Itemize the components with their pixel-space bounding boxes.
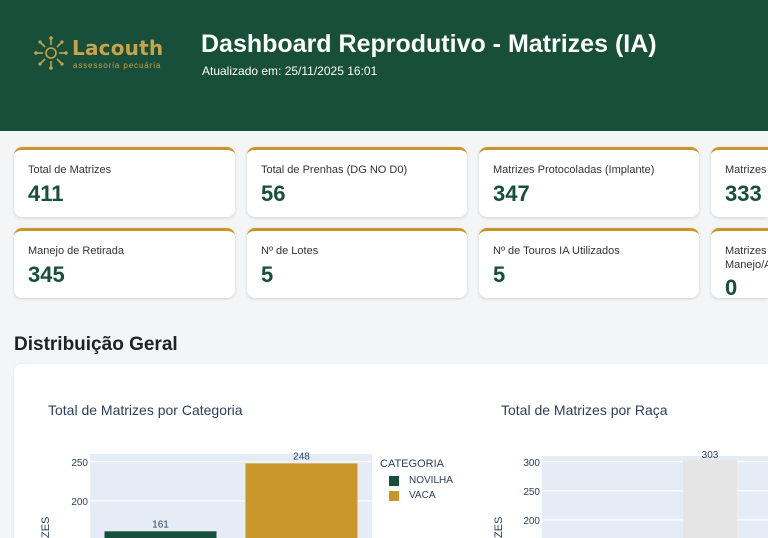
bar-vaca <box>245 463 358 538</box>
data-label: 303 <box>702 450 719 461</box>
y-tick-label: 300 <box>523 458 540 469</box>
y-tick-label: 250 <box>71 458 88 469</box>
bar <box>683 460 737 538</box>
y-tick-label: 200 <box>71 497 88 508</box>
legend-title: CATEGORIA <box>380 458 444 470</box>
data-label: 161 <box>152 519 169 530</box>
legend-swatch <box>389 476 399 486</box>
data-label: 248 <box>293 451 310 462</box>
chart-title-raca: Total de Matrizes por Raça <box>501 402 668 418</box>
y-tick-label: 250 <box>523 487 540 498</box>
legend-label: VACA <box>409 490 436 501</box>
y-tick-label: 200 <box>523 516 540 527</box>
y-axis-label-raca: ZES <box>493 516 505 538</box>
legend-label: NOVILHA <box>409 475 453 486</box>
bar-novilha <box>104 531 217 538</box>
legend-swatch <box>389 491 399 501</box>
